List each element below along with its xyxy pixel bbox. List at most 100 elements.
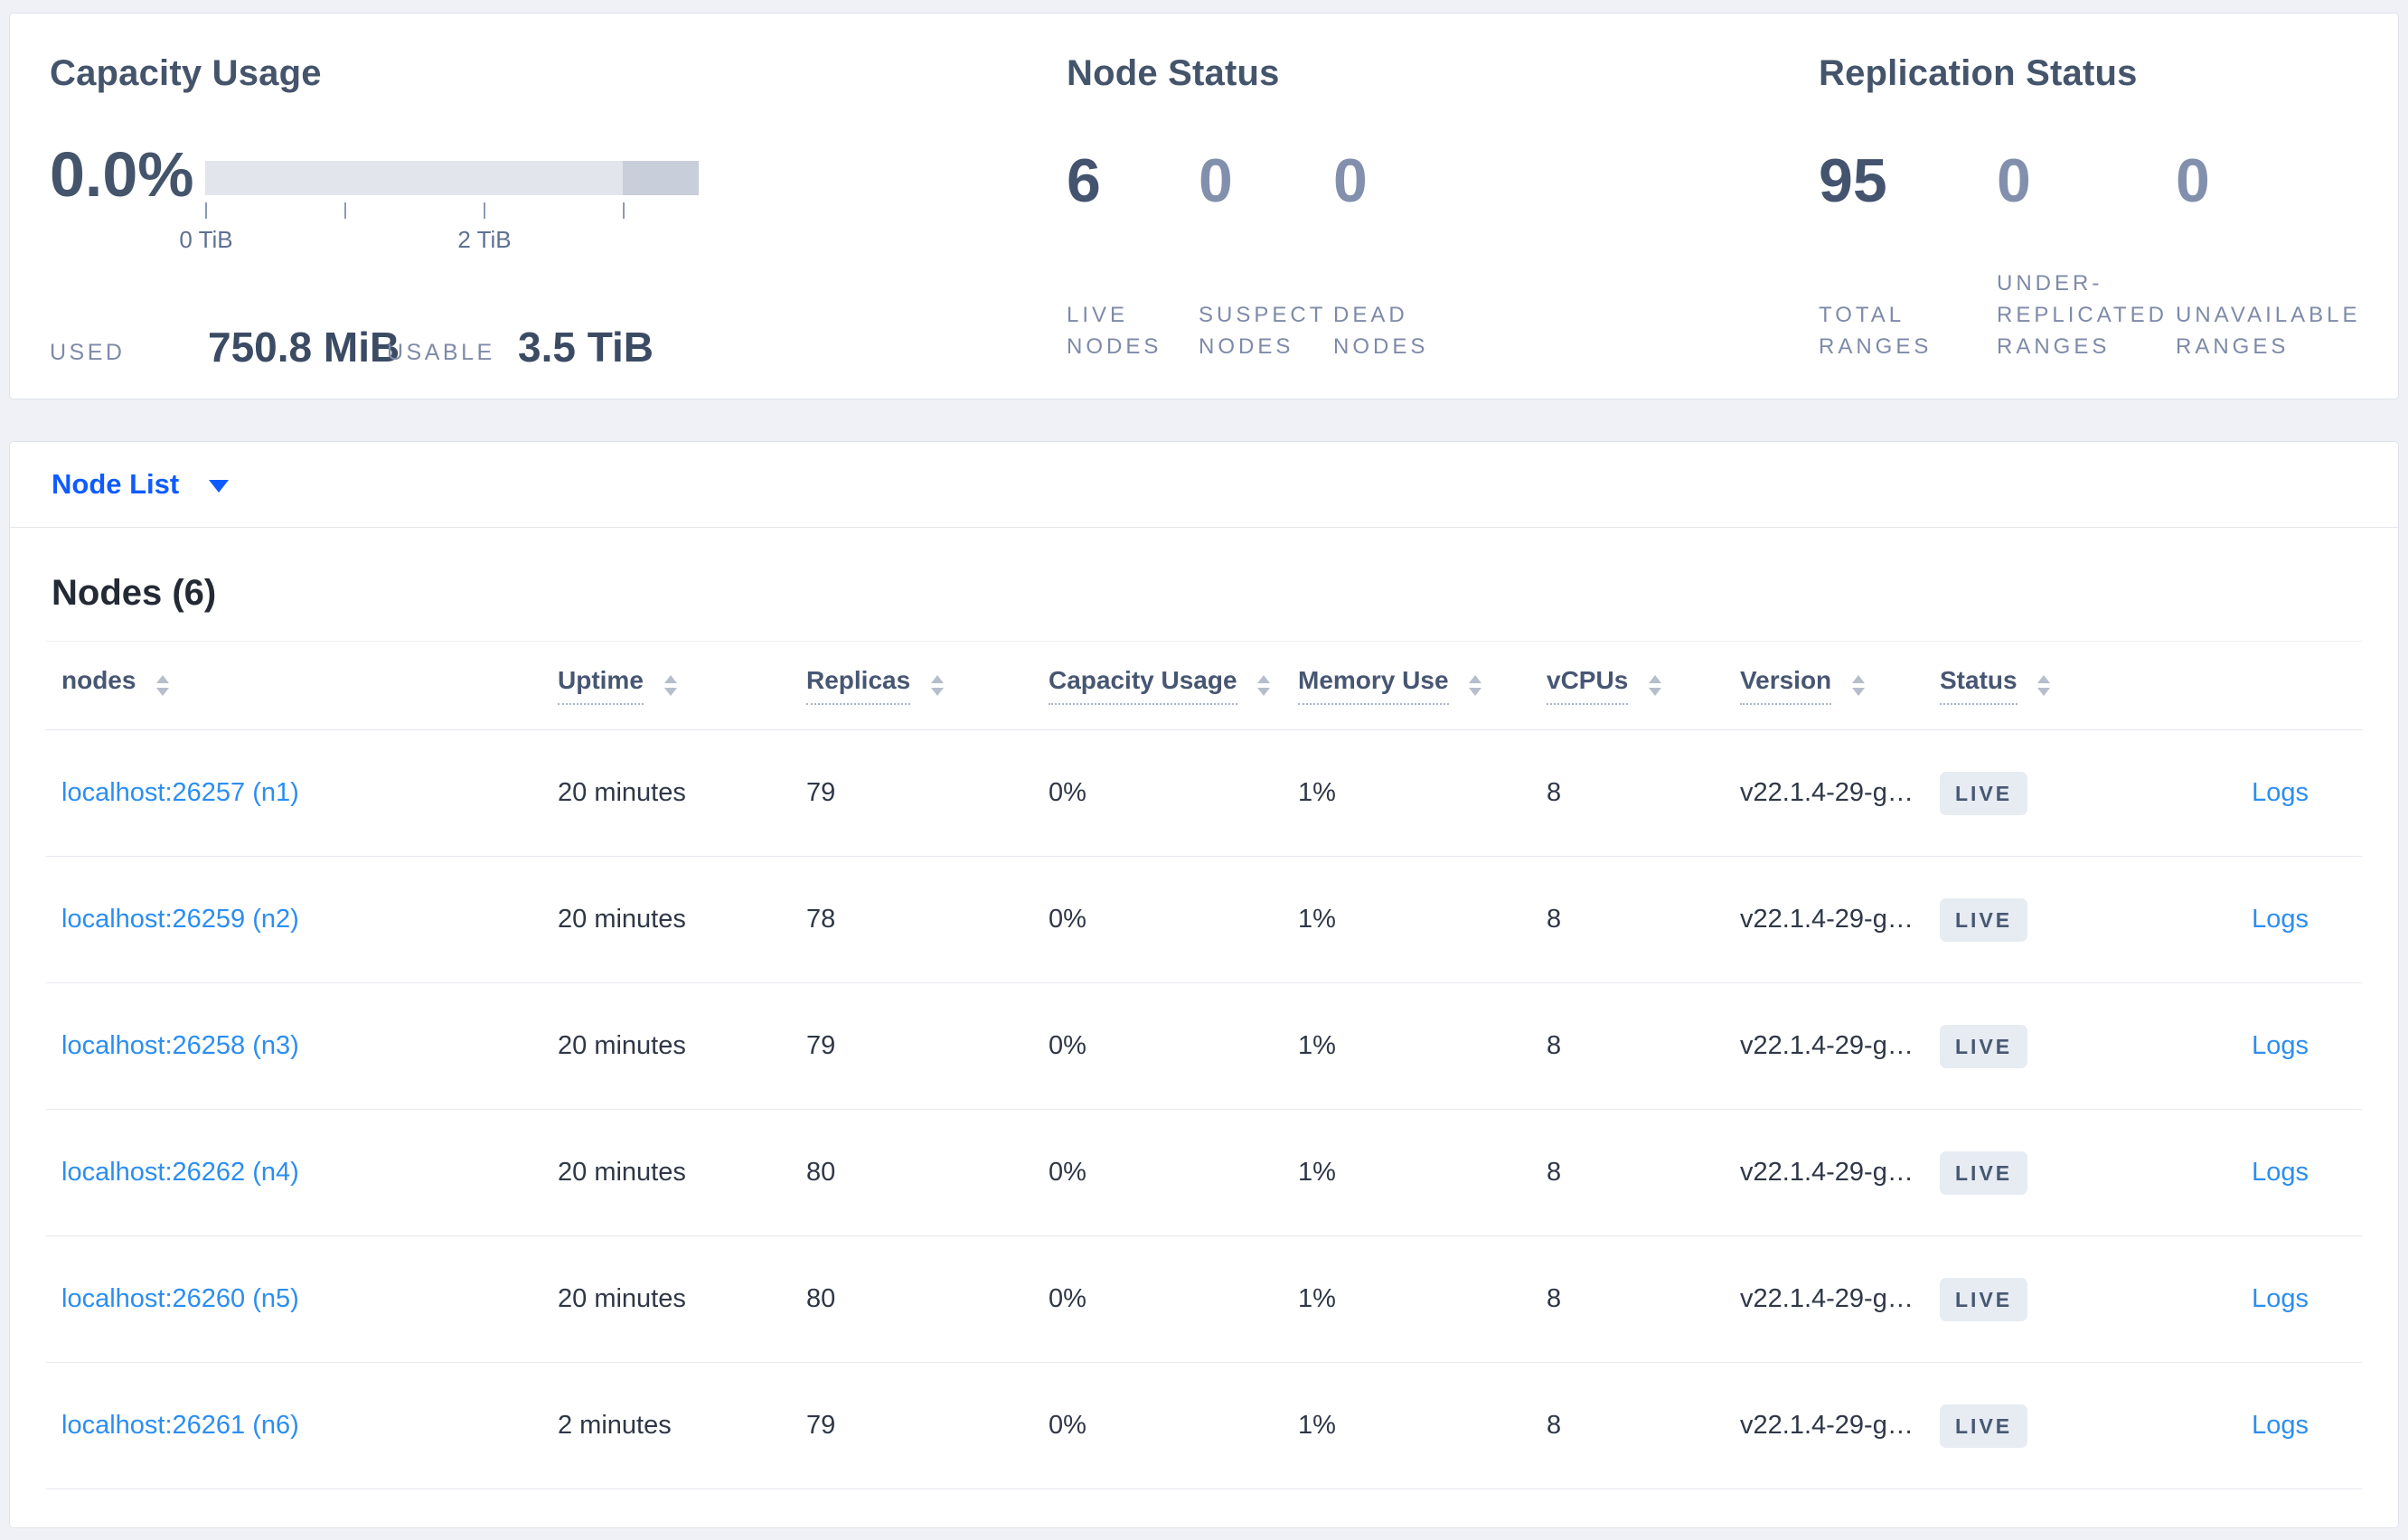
vcpus-cell: 8: [1547, 1235, 1740, 1363]
vcpus-cell: 8: [1547, 856, 1740, 983]
status-badge: LIVE: [1940, 771, 2028, 815]
status-badge: LIVE: [1940, 897, 2028, 942]
version-cell: v22.1.4-29-g…: [1740, 856, 1940, 983]
column-header-vcpus[interactable]: vCPUs: [1547, 641, 1740, 730]
capacity-cell: 0%: [1049, 982, 1298, 1110]
replicas-cell: 79: [806, 1362, 1049, 1489]
column-header-replicas[interactable]: Replicas: [806, 641, 1049, 730]
vcpus-cell: 8: [1547, 729, 1740, 857]
column-header-memory-use[interactable]: Memory Use: [1298, 641, 1547, 730]
capacity-bar-chart: 0 TiB 2 TiB: [179, 161, 699, 269]
node-link[interactable]: localhost:26258 (n3): [61, 1031, 299, 1060]
used-label: USED: [50, 340, 126, 365]
node-status-labels: LIVE NODES SUSPECT NODES DEAD NODES: [1067, 299, 1496, 362]
capacity-bar-track: [205, 161, 699, 195]
live-nodes-count: 6: [1067, 146, 1101, 215]
nodes-table: nodes Uptime Replicas Capacity Usage Mem…: [46, 641, 2362, 1489]
capacity-cell: 0%: [1049, 856, 1298, 983]
node-link[interactable]: localhost:26257 (n1): [61, 778, 299, 807]
replication-status-section: Replication Status 95 0 0 TOTAL RANGES U…: [1819, 14, 2397, 399]
unavailable-ranges-label: UNAVAILABLE RANGES: [2176, 303, 2361, 359]
node-link[interactable]: localhost:26260 (n5): [61, 1284, 299, 1313]
table-row: localhost:26259 (n2) 20 minutes 78 0% 1%…: [46, 856, 2362, 983]
unavailable-ranges-count: 0: [2176, 146, 2210, 215]
uptime-cell: 2 minutes: [558, 1362, 806, 1489]
capacity-usage-section: Capacity Usage 0.0% 0 TiB 2 TiB USED 750…: [50, 14, 1044, 399]
node-link[interactable]: localhost:26262 (n4): [61, 1158, 299, 1187]
sort-icon[interactable]: [1851, 675, 1865, 696]
node-status-values: 6 0 0: [1067, 146, 1496, 216]
logs-link[interactable]: Logs: [2252, 1158, 2309, 1187]
column-header-capacity-usage[interactable]: Capacity Usage: [1049, 641, 1298, 730]
sort-icon[interactable]: [663, 675, 677, 696]
capacity-cell: 0%: [1049, 729, 1298, 857]
node-link[interactable]: localhost:26259 (n2): [61, 905, 299, 934]
capacity-cell: 0%: [1049, 1235, 1298, 1363]
version-cell: v22.1.4-29-g…: [1740, 1109, 1940, 1236]
node-status-section: Node Status 6 0 0 LIVE NODES SUSPECT NOD…: [1067, 14, 1790, 399]
column-header-version[interactable]: Version: [1740, 641, 1940, 730]
logs-link[interactable]: Logs: [2252, 905, 2309, 934]
status-badge: LIVE: [1940, 1404, 2028, 1448]
sort-icon[interactable]: [1469, 675, 1482, 696]
sort-icon[interactable]: [1649, 675, 1662, 696]
node-status-title: Node Status: [1067, 53, 1280, 93]
total-ranges-count: 95: [1819, 146, 1887, 215]
memory-cell: 1%: [1298, 1235, 1547, 1363]
table-row: localhost:26257 (n1) 20 minutes 79 0% 1%…: [46, 729, 2362, 857]
node-link[interactable]: localhost:26261 (n6): [61, 1411, 299, 1440]
logs-link[interactable]: Logs: [2252, 1284, 2309, 1313]
replication-status-title: Replication Status: [1819, 53, 2138, 93]
version-cell: v22.1.4-29-g…: [1740, 982, 1940, 1110]
logs-link[interactable]: Logs: [2252, 1031, 2309, 1060]
memory-cell: 1%: [1298, 1362, 1547, 1489]
live-nodes-label: LIVE NODES: [1067, 303, 1162, 359]
column-header-status[interactable]: Status: [1940, 641, 2166, 730]
memory-cell: 1%: [1298, 729, 1547, 857]
dead-nodes-label: DEAD NODES: [1333, 303, 1429, 359]
usable-label: USABLE: [387, 340, 495, 365]
capacity-tick-1: [344, 202, 346, 219]
memory-cell: 1%: [1298, 1109, 1547, 1236]
column-header-logs: [2166, 641, 2362, 730]
capacity-percent: 0.0%: [50, 139, 194, 210]
node-list-dropdown-label: Node List: [52, 468, 180, 500]
vcpus-cell: 8: [1547, 1109, 1740, 1236]
nodes-table-section: Nodes (6) nodes Uptime Replicas Capacity…: [10, 528, 2398, 1527]
capacity-cell: 0%: [1049, 1109, 1298, 1236]
nodes-heading: Nodes (6): [52, 573, 217, 613]
replicas-cell: 79: [806, 729, 1049, 857]
memory-cell: 1%: [1298, 982, 1547, 1110]
capacity-usage-title: Capacity Usage: [50, 53, 322, 93]
memory-cell: 1%: [1298, 856, 1547, 983]
logs-link[interactable]: Logs: [2252, 778, 2309, 807]
dead-nodes-count: 0: [1333, 146, 1368, 215]
sort-icon[interactable]: [2037, 675, 2051, 696]
used-value: 750.8 MiB: [208, 324, 400, 371]
node-list-dropdown[interactable]: Node List: [10, 442, 2398, 528]
replicas-cell: 79: [806, 982, 1049, 1110]
table-row: localhost:26258 (n3) 20 minutes 79 0% 1%…: [46, 982, 2362, 1110]
column-header-uptime[interactable]: Uptime: [558, 641, 806, 730]
replicas-cell: 80: [806, 1235, 1049, 1363]
overview-page: Capacity Usage 0.0% 0 TiB 2 TiB USED 750…: [0, 0, 2408, 1540]
status-badge: LIVE: [1940, 1024, 2028, 1068]
sort-icon[interactable]: [156, 675, 170, 696]
logs-link[interactable]: Logs: [2252, 1411, 2309, 1440]
total-ranges-label: TOTAL RANGES: [1819, 303, 1933, 359]
table-row: localhost:26260 (n5) 20 minutes 80 0% 1%…: [46, 1235, 2362, 1363]
column-header-nodes[interactable]: nodes: [46, 641, 558, 730]
capacity-tick-2: [484, 202, 485, 219]
status-badge: LIVE: [1940, 1150, 2028, 1195]
table-row: localhost:26261 (n6) 2 minutes 79 0% 1% …: [46, 1362, 2362, 1489]
uptime-cell: 20 minutes: [558, 1109, 806, 1236]
replicas-cell: 80: [806, 1109, 1049, 1236]
sort-icon[interactable]: [930, 675, 944, 696]
replication-values: 95 0 0: [1819, 146, 2375, 216]
sort-icon[interactable]: [1257, 675, 1271, 696]
capacity-tick-3: [623, 202, 625, 219]
uptime-cell: 20 minutes: [558, 982, 806, 1110]
version-cell: v22.1.4-29-g…: [1740, 1362, 1940, 1489]
replicas-cell: 78: [806, 856, 1049, 983]
version-cell: v22.1.4-29-g…: [1740, 1235, 1940, 1363]
